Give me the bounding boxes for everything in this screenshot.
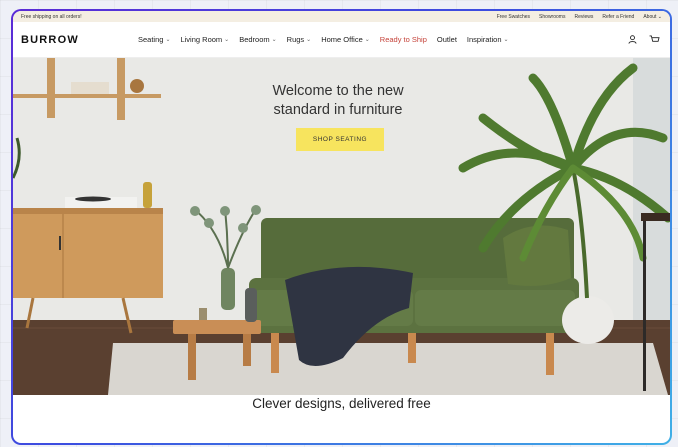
utility-link-reviews[interactable]: Reviews (574, 14, 593, 20)
chevron-down-icon: ⌄ (657, 13, 662, 20)
chevron-down-icon: ⌄ (165, 37, 171, 43)
hero-heading: Welcome to the new standard in furniture (233, 82, 443, 120)
hero-heading-line-2: standard in furniture (273, 102, 403, 118)
hero-heading-line-1: Welcome to the new (272, 83, 404, 99)
chevron-down-icon: ⌄ (364, 37, 370, 43)
hero-banner: Welcome to the new standard in furniture… (13, 58, 670, 395)
nav-item-label: Outlet (436, 35, 457, 44)
nav-item-label: Home Office (321, 35, 363, 44)
cart-icon[interactable] (649, 31, 660, 49)
chevron-down-icon: ⌄ (224, 37, 230, 43)
chevron-down-icon: ⌄ (306, 37, 312, 43)
nav-item-living-room[interactable]: Living Room ⌄ (180, 35, 229, 44)
browser-frame: Free shipping on all orders! Free Swatch… (11, 9, 672, 445)
nav-item-seating[interactable]: Seating ⌄ (138, 35, 170, 44)
nav-item-outlet[interactable]: Outlet (437, 35, 457, 44)
nav-item-label: Seating (138, 35, 164, 44)
announcement-text: Free shipping on all orders! (21, 13, 82, 20)
brand-logo[interactable]: BURROW (21, 34, 79, 46)
utility-link-free-swatches[interactable]: Free Swatches (497, 14, 530, 20)
utility-link-refer-a-friend[interactable]: Refer a Friend (602, 14, 634, 20)
utility-link-showrooms[interactable]: Showrooms (539, 14, 565, 20)
nav-item-label: Inspiration (466, 35, 502, 44)
utility-links: Free Swatches Showrooms Reviews Refer a … (497, 14, 662, 20)
shop-seating-button[interactable]: SHOP SEATING (296, 128, 384, 151)
section-heading: Clever designs, delivered free (252, 396, 431, 411)
nav-item-label: Living Room (180, 35, 223, 44)
chevron-down-icon: ⌄ (503, 37, 509, 43)
user-icon[interactable] (628, 31, 637, 49)
chevron-down-icon: ⌄ (271, 37, 277, 43)
page-window: Free shipping on all orders! Free Swatch… (13, 11, 670, 443)
nav-item-label: Ready to Ship (379, 35, 427, 44)
main-nav: BURROW Seating ⌄ Living Room ⌄ Bedroom ⌄ Ru… (13, 22, 670, 58)
nav-item-inspiration[interactable]: Inspiration ⌄ (467, 35, 509, 44)
nav-item-label: Rugs (286, 35, 305, 44)
nav-item-home-office[interactable]: Home Office ⌄ (321, 35, 370, 44)
nav-item-bedroom[interactable]: Bedroom ⌄ (239, 35, 276, 44)
nav-icons (628, 31, 660, 49)
utility-link-about-label: About (643, 13, 657, 20)
announcement-bar: Free shipping on all orders! Free Swatch… (13, 11, 670, 22)
nav-item-label: Bedroom (239, 35, 270, 44)
nav-menu: Seating ⌄ Living Room ⌄ Bedroom ⌄ Rugs ⌄ Hom… (138, 35, 509, 44)
utility-link-about[interactable]: About ⌄ (643, 14, 662, 20)
nav-item-rugs[interactable]: Rugs ⌄ (287, 35, 312, 44)
nav-item-ready-to-ship[interactable]: Ready to Ship (380, 35, 427, 44)
